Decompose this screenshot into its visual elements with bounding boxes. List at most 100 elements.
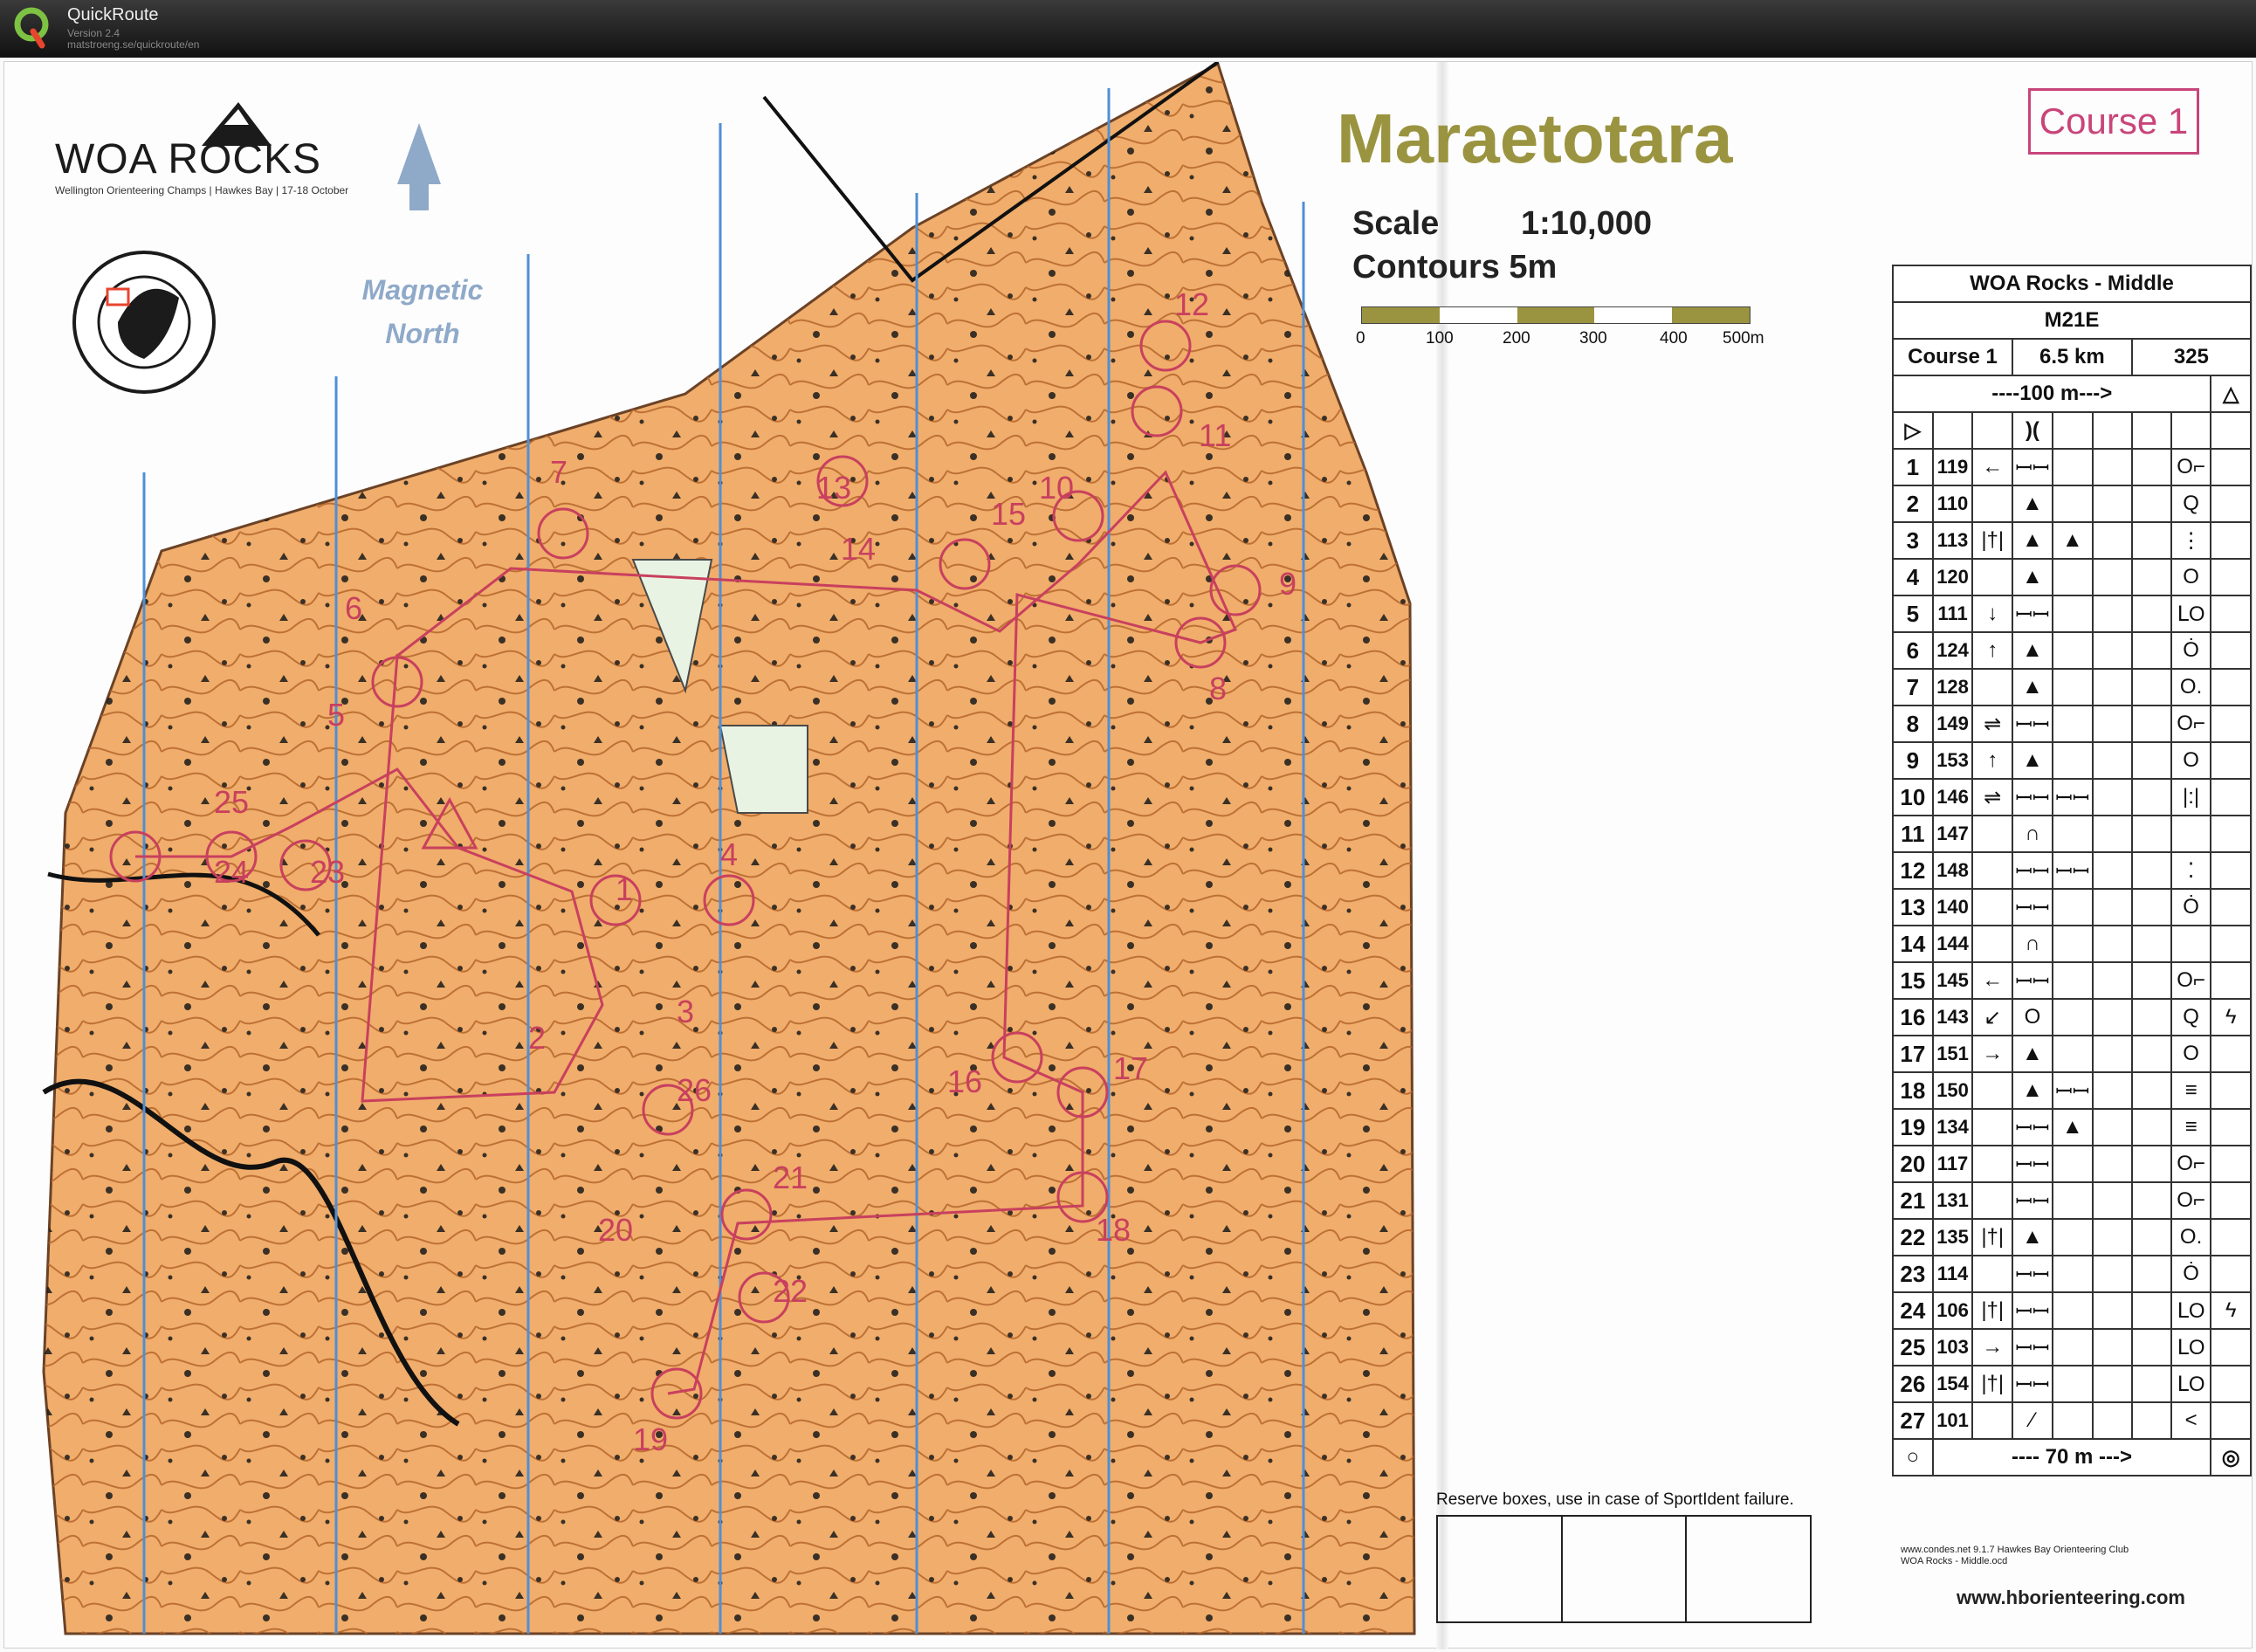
- control-cell-h: Q: [2170, 485, 2212, 523]
- control-cell-h: O: [2170, 741, 2212, 780]
- orienteering-map-sheet[interactable]: 7 6 5 25 23 1 4 2 3 26 24 14 13 15 10 12…: [3, 61, 2253, 1649]
- control-row: 15 145 ← ꟷꟷ O⌐: [1892, 961, 2252, 1000]
- control-cell-g: [2130, 448, 2172, 486]
- control-cell-g: [2130, 631, 2172, 670]
- control-cell-e: [2051, 1035, 2094, 1073]
- marker-label: 7: [550, 454, 567, 490]
- control-cell-d: ▲: [2012, 1071, 2053, 1110]
- control-cell-d: ꟷꟷ: [2012, 961, 2053, 1000]
- event-name: WOA ROCKS: [55, 136, 322, 182]
- control-cell-i: ϟ: [2210, 1291, 2252, 1330]
- app-name: QuickRoute: [67, 5, 159, 24]
- control-cell-code: 154: [1931, 1365, 1974, 1403]
- control-cell-code: 135: [1931, 1218, 1974, 1256]
- control-cell-f: [2091, 1291, 2133, 1330]
- marker-label: 10: [1039, 470, 1074, 506]
- control-cell-code: 101: [1931, 1401, 1974, 1440]
- control-cell-f: [2091, 521, 2133, 560]
- control-cell-i: [2210, 485, 2252, 523]
- control-cell-c: →: [1971, 1035, 2013, 1073]
- control-cell-code: 120: [1931, 558, 1974, 596]
- control-cell-e: [2051, 961, 2094, 1000]
- control-cell-g: [2130, 521, 2172, 560]
- control-cell-h: ⁚: [2170, 851, 2212, 890]
- control-cell-i: [2210, 521, 2252, 560]
- control-cell-c: [1971, 1401, 2013, 1440]
- control-cell-i: ϟ: [2210, 998, 2252, 1036]
- control-cell-h: |:|: [2170, 778, 2212, 816]
- control-cell-code: 151: [1931, 1035, 1974, 1073]
- start-triangle-icon: △: [2210, 375, 2252, 413]
- control-cell-i: [2210, 558, 2252, 596]
- control-cell-h: [2170, 815, 2212, 853]
- control-cell-h: O: [2170, 1035, 2212, 1073]
- control-cell-g: [2130, 1108, 2172, 1146]
- control-cell-h: O⌐: [2170, 1181, 2212, 1220]
- control-cell-g: [2130, 668, 2172, 706]
- control-cell-code: 147: [1931, 815, 1974, 853]
- control-cell-n: 23: [1892, 1255, 1934, 1293]
- control-cell-f: [2091, 1108, 2133, 1146]
- control-cell-c: |†|: [1971, 521, 2013, 560]
- control-cell-h: O⌐: [2170, 1145, 2212, 1183]
- control-cell-d: ꟷꟷ: [2012, 1255, 2053, 1293]
- marker-label: 20: [598, 1212, 633, 1248]
- control-cell-i: [2210, 1181, 2252, 1220]
- control-cell-n: 13: [1892, 888, 1934, 926]
- control-cell-n: 2: [1892, 485, 1934, 523]
- control-cell-c: ↙: [1971, 998, 2013, 1036]
- control-cell-g: [2130, 741, 2172, 780]
- control-cell-e: [2051, 1365, 2094, 1403]
- map-viewport[interactable]: 7 6 5 25 23 1 4 2 3 26 24 14 13 15 10 12…: [0, 58, 2256, 1652]
- control-cell-c: [1971, 668, 2013, 706]
- control-cell-i: [2210, 1365, 2252, 1403]
- control-cell-code: 131: [1931, 1181, 1974, 1220]
- control-row: 10 146 ⇌ ꟷꟷ ꟷꟷ |:|: [1892, 778, 2252, 816]
- control-cell-i: [2210, 595, 2252, 633]
- control-cell-e: [2051, 631, 2094, 670]
- control-cell-c: [1971, 558, 2013, 596]
- control-cell-d: ꟷꟷ: [2012, 851, 2053, 890]
- control-cell-f: [2091, 705, 2133, 743]
- control-cell-g: [2130, 1401, 2172, 1440]
- description-climb: 325: [2130, 338, 2253, 376]
- control-cell-n: 8: [1892, 705, 1934, 743]
- app-version: Version 2.4: [67, 27, 120, 39]
- control-cell-f: [2091, 448, 2133, 486]
- app-url[interactable]: matstroeng.se/quickroute/en: [67, 38, 199, 51]
- control-cell-d: ꟷꟷ: [2012, 888, 2053, 926]
- control-cell-code: 119: [1931, 448, 1974, 486]
- control-cell-g: [2130, 851, 2172, 890]
- control-cell-code: 106: [1931, 1291, 1974, 1330]
- control-cell-c: ⇌: [1971, 705, 2013, 743]
- control-row: 16 143 ↙ O Qϟ: [1892, 998, 2252, 1036]
- marker-label: 23: [310, 854, 345, 890]
- control-cell-f: [2091, 888, 2133, 926]
- control-row: 20 117 ꟷꟷ O⌐: [1892, 1145, 2252, 1183]
- marker-label: 11: [1199, 417, 1231, 453]
- control-cell-n: 25: [1892, 1328, 1934, 1366]
- control-cell-code: 134: [1931, 1108, 1974, 1146]
- control-cell-h: ᒪO: [2170, 1365, 2212, 1403]
- control-cell-i: [2210, 631, 2252, 670]
- scale-tick: 300: [1579, 329, 1607, 348]
- control-cell-code: 111: [1931, 595, 1974, 633]
- description-length: 6.5 km: [2012, 338, 2133, 376]
- control-cell-h: ᒪO: [2170, 1291, 2212, 1330]
- control-cell-f: [2091, 1328, 2133, 1366]
- control-cell-g: [2130, 485, 2172, 523]
- finish-double-circle-icon: ◎: [2210, 1438, 2252, 1476]
- scale-bar-ticks: 0 100 200 300 400 500m: [1356, 329, 1775, 350]
- control-row: 21 131 ꟷꟷ O⌐: [1892, 1181, 2252, 1220]
- control-cell-code: 113: [1931, 521, 1974, 560]
- app-title-bar: QuickRoute Version 2.4 matstroeng.se/qui…: [0, 0, 2256, 59]
- control-row: 4 120 ▲ O: [1892, 558, 2252, 596]
- control-row: 19 134 ꟷꟷ ▲ ≡: [1892, 1108, 2252, 1146]
- control-cell-c: ←: [1971, 448, 2013, 486]
- control-cell-h: Q: [2170, 998, 2212, 1036]
- control-row: 27 101 ∕ <: [1892, 1401, 2252, 1440]
- control-cell-g: [2130, 961, 2172, 1000]
- control-cell-c: ⇌: [1971, 778, 2013, 816]
- control-cell-g: [2130, 1035, 2172, 1073]
- control-row: 23 114 ꟷꟷ Ȯ: [1892, 1255, 2252, 1293]
